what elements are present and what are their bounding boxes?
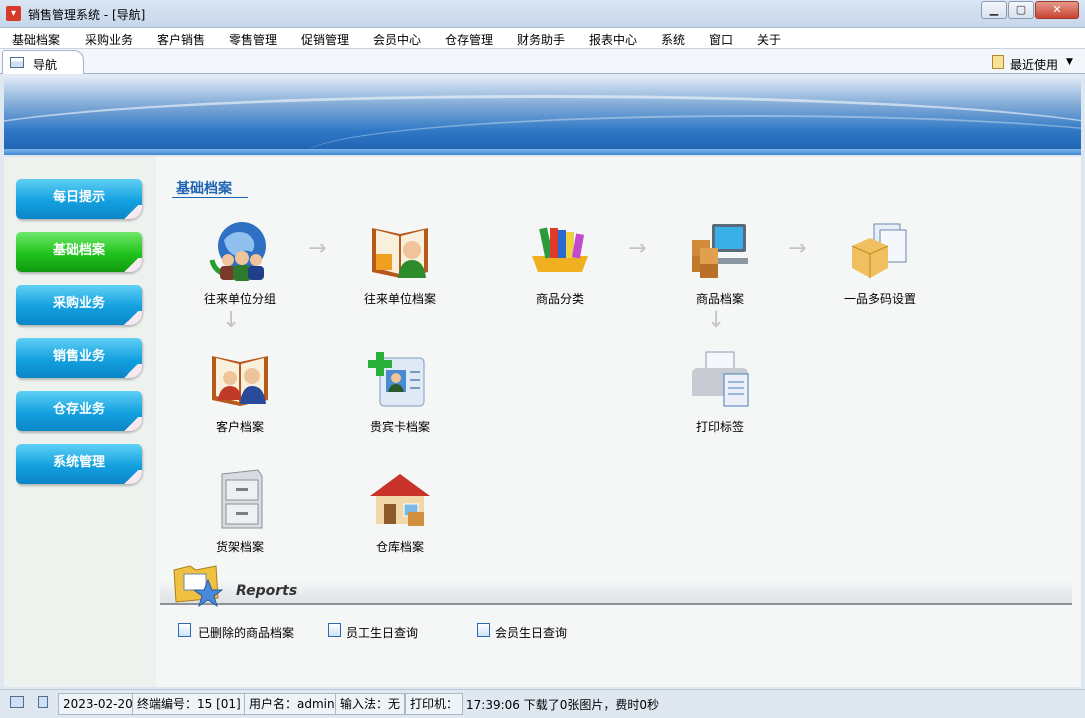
- close-button[interactable]: ✕: [1035, 1, 1079, 19]
- window-title: 销售管理系统 - [导航]: [28, 8, 146, 22]
- menu-reports[interactable]: 报表中心: [589, 31, 637, 48]
- menu-promotion[interactable]: 促销管理: [301, 31, 349, 48]
- tile-label: 往来单位分组: [203, 292, 276, 306]
- panel-icon[interactable]: [38, 696, 48, 708]
- status-terminal: 终端编号：15 [01]: [132, 693, 246, 715]
- nav-basic-archive[interactable]: 基础档案: [16, 232, 142, 272]
- report-link-deleted-products[interactable]: 已删除的商品档案: [198, 624, 294, 641]
- section-underline: [172, 197, 248, 198]
- arrow-right-icon: →: [308, 236, 327, 261]
- documents-icon: [992, 55, 1004, 69]
- menu-window[interactable]: 窗口: [709, 31, 733, 48]
- cart-icon: ▾: [6, 6, 21, 21]
- menu-purchase[interactable]: 采购业务: [85, 31, 133, 48]
- tile-partner-group[interactable]: 往来单位分组: [180, 220, 300, 307]
- reports-title: Reports: [236, 583, 298, 599]
- tile-label: 贵宾卡档案: [369, 420, 430, 434]
- tile-label: 往来单位档案: [363, 292, 436, 306]
- report-link-member-birthday[interactable]: 会员生日查询: [495, 624, 567, 641]
- arrow-right-icon: →: [788, 236, 807, 261]
- box-documents-icon: [848, 220, 912, 282]
- status-message: 17:39:06 下载了0张图片，费时0秒: [466, 698, 659, 712]
- title-bar: ▾ 销售管理系统 - [导航] ▁ ▢ ✕: [0, 0, 1085, 28]
- tile-partner-archive[interactable]: 往来单位档案: [340, 220, 460, 307]
- minimize-icon: ▁: [989, 3, 999, 16]
- section-title: 基础档案: [176, 181, 232, 197]
- menu-system[interactable]: 系统: [661, 31, 685, 48]
- arrow-down-icon: ↓: [222, 308, 241, 333]
- nav-purchase[interactable]: 采购业务: [16, 285, 142, 325]
- minimize-button[interactable]: ▁: [981, 1, 1007, 19]
- header-banner: [4, 75, 1081, 155]
- tile-print-label[interactable]: 打印标签: [660, 348, 780, 435]
- folder-star-icon: [172, 558, 228, 608]
- tile-shelf-archive[interactable]: 货架档案: [180, 468, 300, 555]
- report-icon: [178, 623, 191, 637]
- report-icon: [477, 623, 490, 637]
- nav-sales[interactable]: 销售业务: [16, 338, 142, 378]
- tile-customer-archive[interactable]: 客户档案: [180, 348, 300, 435]
- menu-finance[interactable]: 财务助手: [517, 31, 565, 48]
- tab-navigation[interactable]: 导航: [2, 50, 84, 74]
- printer-icon: [688, 348, 752, 410]
- nav-warehouse[interactable]: 仓存业务: [16, 391, 142, 431]
- cabinet-icon: [208, 468, 272, 530]
- menu-member-center[interactable]: 会员中心: [373, 31, 421, 48]
- status-ime: 输入法：无: [335, 693, 406, 715]
- chevron-down-icon[interactable]: ▼: [1066, 57, 1073, 67]
- warehouse-icon: [368, 468, 432, 530]
- tile-product-archive[interactable]: 商品档案: [660, 220, 780, 307]
- tile-label: 商品档案: [695, 292, 744, 306]
- menu-basic-archive[interactable]: 基础档案: [12, 31, 60, 48]
- book-people-icon: [368, 220, 432, 282]
- tile-label: 一品多码设置: [843, 292, 916, 306]
- status-bar: 2023-02-20 终端编号：15 [01] 用户名：admin 输入法：无 …: [0, 689, 1085, 718]
- report-icon: [328, 623, 341, 637]
- menu-bar: 基础档案 采购业务 客户销售 零售管理 促销管理 会员中心 仓存管理 财务助手 …: [0, 28, 1085, 49]
- recent-use-button[interactable]: 最近使用: [1010, 56, 1058, 73]
- globe-people-icon: [208, 220, 272, 282]
- tab-strip: 导航 最近使用 ▼: [0, 49, 1085, 74]
- menu-about[interactable]: 关于: [757, 31, 781, 48]
- tile-vip-card[interactable]: 贵宾卡档案: [340, 348, 460, 435]
- tile-label: 打印标签: [695, 420, 744, 434]
- close-icon: ✕: [1052, 3, 1062, 16]
- report-link-employee-birthday[interactable]: 员工生日查询: [346, 624, 418, 641]
- tile-product-category[interactable]: 商品分类: [500, 220, 620, 307]
- arrow-down-icon: ↓: [707, 308, 726, 333]
- tab-label: 导航: [33, 58, 58, 72]
- menu-retail[interactable]: 零售管理: [229, 31, 277, 48]
- menu-warehouse[interactable]: 仓存管理: [445, 31, 493, 48]
- tile-label: 商品分类: [535, 292, 584, 306]
- computer-boxes-icon: [688, 220, 752, 282]
- layout-icon[interactable]: [10, 696, 24, 708]
- tile-multi-code[interactable]: 一品多码设置: [820, 220, 940, 307]
- vip-card-icon: [368, 348, 432, 410]
- maximize-button[interactable]: ▢: [1008, 1, 1034, 19]
- tile-label: 仓库档案: [375, 540, 424, 554]
- maximize-icon: ▢: [1015, 3, 1027, 16]
- tile-label: 客户档案: [215, 420, 264, 434]
- nav-daily-tips[interactable]: 每日提示: [16, 179, 142, 219]
- menu-customer-sales[interactable]: 客户销售: [157, 31, 205, 48]
- arrow-right-icon: →: [628, 236, 647, 261]
- books-shelf-icon: [528, 220, 592, 282]
- status-date: 2023-02-20: [58, 693, 138, 715]
- status-user: 用户名：admin: [244, 693, 340, 715]
- tile-label: 货架档案: [215, 540, 264, 554]
- nav-system-admin[interactable]: 系统管理: [16, 444, 142, 484]
- tile-warehouse-archive[interactable]: 仓库档案: [340, 468, 460, 555]
- book-customer-icon: [208, 348, 272, 410]
- window-icon: [10, 57, 24, 68]
- status-printer: 打印机：: [405, 693, 464, 715]
